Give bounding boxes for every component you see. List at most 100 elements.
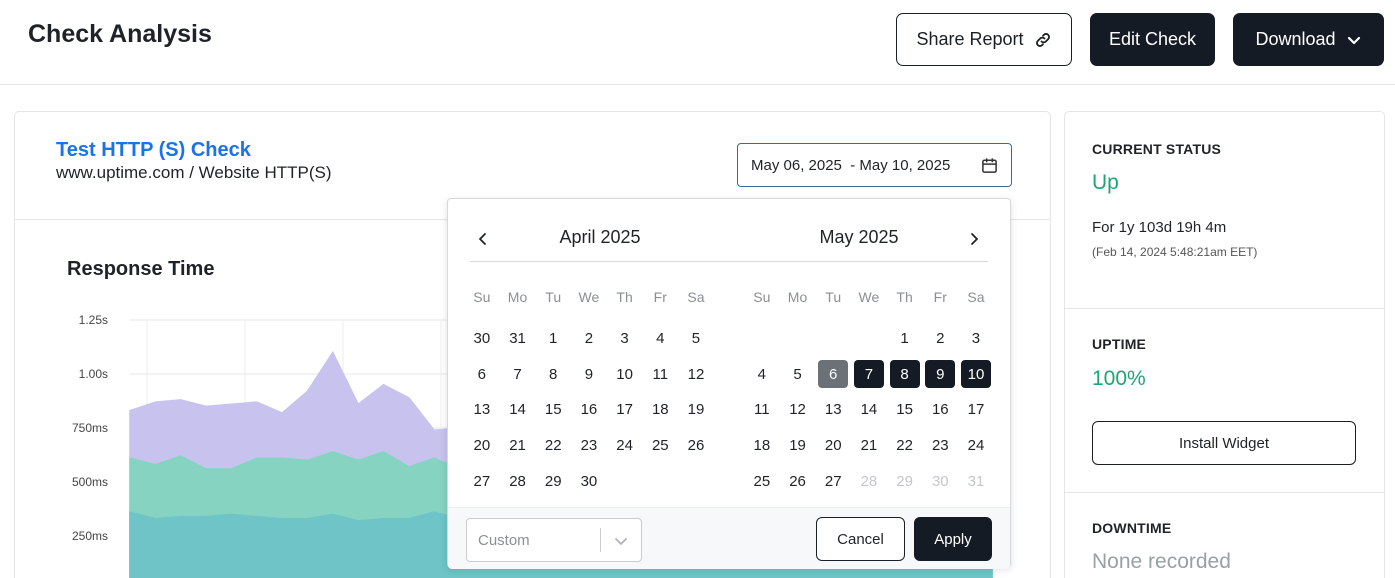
date-range-input[interactable]: May 06, 2025 - May 10, 2025 <box>737 143 1012 187</box>
calendar-day-label: 31 <box>509 330 526 348</box>
calendar-day[interactable]: 3 <box>607 321 643 357</box>
uptime-label: UPTIME <box>1092 336 1147 352</box>
calendar-day[interactable]: 26 <box>780 463 816 499</box>
calendar-day[interactable]: 29 <box>535 463 571 499</box>
calendar-day[interactable]: 10 <box>958 356 994 392</box>
calendar-day[interactable]: 17 <box>607 392 643 428</box>
calendar-day-label: 22 <box>544 437 562 455</box>
calendar-day[interactable]: 16 <box>922 392 958 428</box>
calendar-day-label: 20 <box>824 437 842 455</box>
calendar-day[interactable]: 25 <box>744 463 780 499</box>
calendar-day[interactable]: 19 <box>780 428 816 464</box>
calendar-day[interactable]: 23 <box>922 428 958 464</box>
calendar-day[interactable]: 16 <box>571 392 607 428</box>
calendar-day[interactable]: 28 <box>500 463 536 499</box>
calendar-day[interactable]: 6 <box>815 356 851 392</box>
edit-check-button[interactable]: Edit Check <box>1090 13 1215 66</box>
left-month-grid: Su Mo Tu We Th Fr Sa 30 31 1 2 3 4 5 6 7 8 9 10 11 12 13 14 15 1… <box>464 285 714 499</box>
calendar-day-label: 22 <box>896 437 913 455</box>
calendar-day[interactable]: 12 <box>780 392 816 428</box>
calendar-day[interactable]: 9 <box>922 356 958 392</box>
calendar-empty-cell <box>851 321 887 357</box>
weekday-header: Tu <box>545 289 562 305</box>
calendar-day[interactable]: 18 <box>642 392 678 428</box>
preset-select[interactable]: Custom <box>466 518 642 562</box>
downtime-label: DOWNTIME <box>1092 520 1172 536</box>
weekday-header: Mo <box>787 289 808 305</box>
chevron-down-icon <box>1346 32 1362 48</box>
download-button[interactable]: Download <box>1233 13 1384 66</box>
calendar-day[interactable]: 13 <box>464 392 500 428</box>
weekday-header: Fr <box>653 289 667 305</box>
calendar-icon[interactable] <box>981 157 998 178</box>
check-name-link[interactable]: Test HTTP (S) Check <box>56 139 251 162</box>
calendar-day[interactable]: 2 <box>922 321 958 357</box>
calendar-day[interactable]: 7 <box>851 356 887 392</box>
calendar-day[interactable]: 8 <box>535 356 571 392</box>
calendar-day[interactable]: 21 <box>500 428 536 464</box>
calendar-day[interactable]: 4 <box>642 321 678 357</box>
calendar-day[interactable]: 15 <box>887 392 923 428</box>
calendar-day[interactable]: 12 <box>678 356 714 392</box>
calendar-day[interactable]: 30 <box>464 321 500 357</box>
calendar-day: 31 <box>958 463 994 499</box>
calendar-day-label: 14 <box>509 401 526 419</box>
calendar-day[interactable]: 11 <box>642 356 678 392</box>
calendar-day[interactable]: 6 <box>464 356 500 392</box>
calendar-day[interactable]: 1 <box>887 321 923 357</box>
calendar-day[interactable]: 22 <box>535 428 571 464</box>
download-label: Download <box>1255 29 1336 49</box>
share-report-button[interactable]: Share Report <box>896 13 1072 66</box>
calendar-day[interactable]: 13 <box>815 392 851 428</box>
weekday-header: Sa <box>687 289 705 305</box>
calendar-day[interactable]: 25 <box>642 428 678 464</box>
install-widget-button[interactable]: Install Widget <box>1092 421 1356 465</box>
calendar-day[interactable]: 19 <box>678 392 714 428</box>
right-month-title: May 2025 <box>819 227 899 247</box>
calendar-day[interactable]: 1 <box>535 321 571 357</box>
calendar-day[interactable]: 27 <box>464 463 500 499</box>
calendar-day[interactable]: 24 <box>958 428 994 464</box>
calendar-day[interactable]: 17 <box>958 392 994 428</box>
calendar-day[interactable]: 5 <box>678 321 714 357</box>
calendar-day[interactable]: 10 <box>607 356 643 392</box>
calendar-day[interactable]: 21 <box>851 428 887 464</box>
y-tick-label: 250ms <box>72 529 108 543</box>
share-report-label: Share Report <box>916 29 1024 49</box>
calendar-day[interactable]: 2 <box>571 321 607 357</box>
next-month-button[interactable] <box>964 229 984 249</box>
calendar-day-label: 3 <box>620 330 629 348</box>
calendar-day[interactable]: 14 <box>500 392 536 428</box>
calendar-day[interactable]: 18 <box>744 428 780 464</box>
calendar-day-label <box>747 325 777 353</box>
calendar-day-label: 17 <box>616 401 633 419</box>
calendar-day[interactable]: 8 <box>887 356 923 392</box>
calendar-day[interactable]: 3 <box>958 321 994 357</box>
calendar-day-label: 29 <box>544 472 562 490</box>
cancel-button[interactable]: Cancel <box>816 517 905 561</box>
y-tick-label: 750ms <box>72 421 108 435</box>
calendar-day[interactable]: 14 <box>851 392 887 428</box>
apply-button[interactable]: Apply <box>914 517 992 561</box>
calendar-day[interactable]: 31 <box>500 321 536 357</box>
status-duration: For 1y 103d 19h 4m <box>1092 219 1227 236</box>
calendar-day[interactable]: 11 <box>744 392 780 428</box>
calendar-day[interactable]: 26 <box>678 428 714 464</box>
calendar-day[interactable]: 20 <box>815 428 851 464</box>
prev-month-button[interactable] <box>473 229 493 249</box>
weekday-header: We <box>578 289 600 305</box>
calendar-day[interactable]: 15 <box>535 392 571 428</box>
calendar-day[interactable]: 9 <box>571 356 607 392</box>
divider <box>1065 492 1384 493</box>
calendar-day[interactable]: 23 <box>571 428 607 464</box>
calendar-day-label: 16 <box>580 401 598 419</box>
calendar-day[interactable]: 22 <box>887 428 923 464</box>
calendar-day[interactable]: 7 <box>500 356 536 392</box>
calendar-day[interactable]: 5 <box>780 356 816 392</box>
calendar-day[interactable]: 30 <box>571 463 607 499</box>
calendar-day[interactable]: 27 <box>815 463 851 499</box>
calendar-day[interactable]: 4 <box>744 356 780 392</box>
calendar-day[interactable]: 24 <box>607 428 643 464</box>
calendar-day[interactable]: 20 <box>464 428 500 464</box>
check-subtitle: www.uptime.com / Website HTTP(S) <box>56 163 332 182</box>
